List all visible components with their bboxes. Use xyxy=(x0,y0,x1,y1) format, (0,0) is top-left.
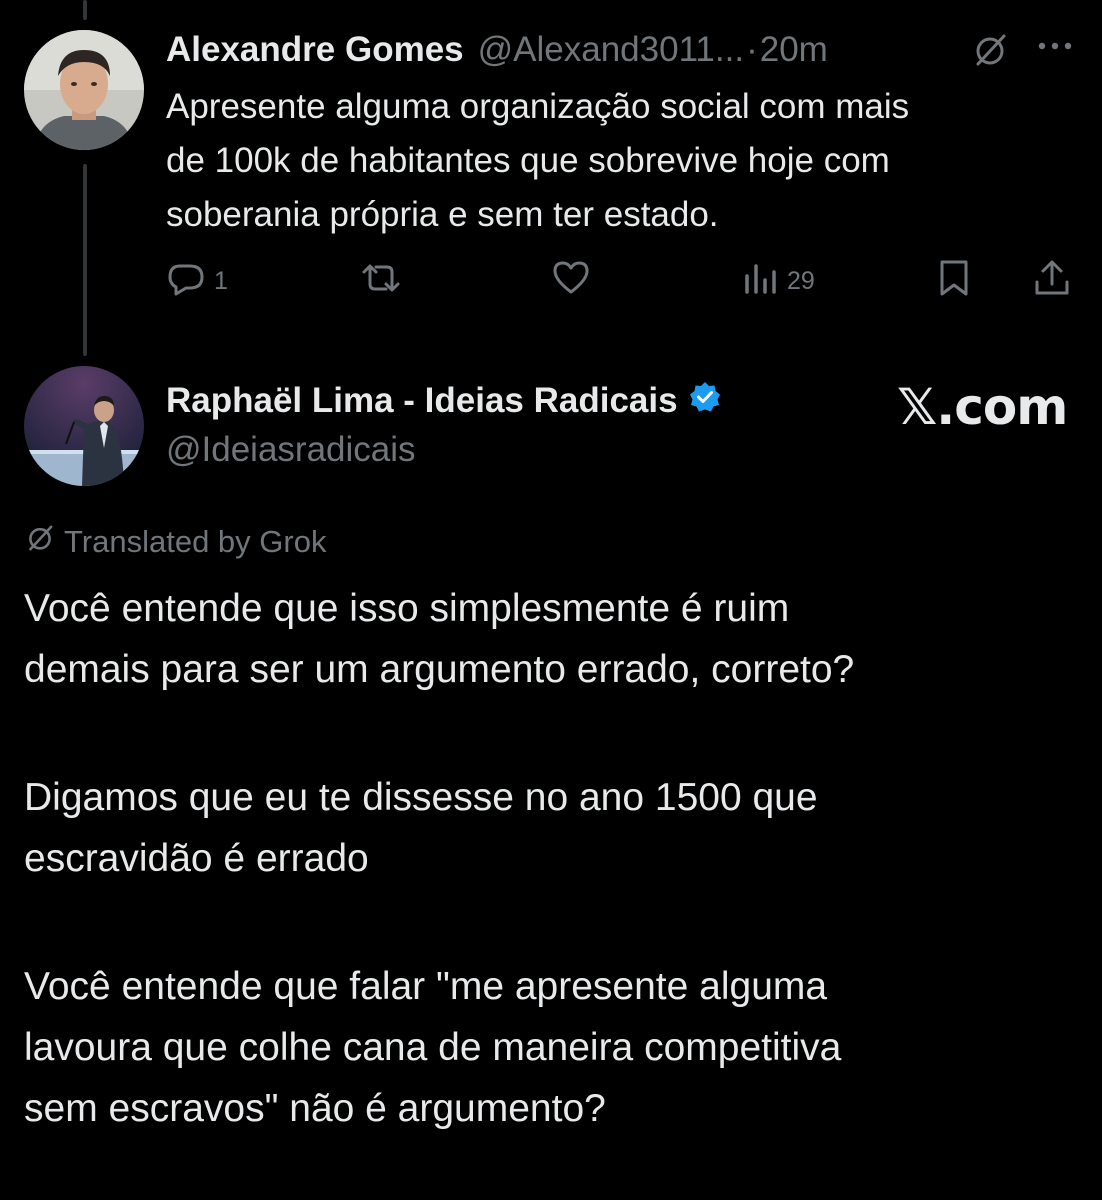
tweet1-text-line: soberania própria e sem ter estado. xyxy=(166,195,719,234)
tweet1-text: Apresente alguma organização social com … xyxy=(166,80,1066,242)
tweet1-author-name[interactable]: Alexandre Gomes xyxy=(166,30,464,70)
tweet2-text-line: demais para ser um argumento errado, cor… xyxy=(24,648,855,691)
tweet1-header: Alexandre Gomes @Alexand3011... · 20m xyxy=(166,24,1082,76)
share-button[interactable] xyxy=(1032,258,1072,305)
share-icon xyxy=(1032,258,1072,305)
tweet1-separator: · xyxy=(746,30,758,69)
grok-translate-icon xyxy=(24,522,56,562)
tweet2-author-name: Raphaël Lima - Ideias Radicais xyxy=(166,381,678,420)
views-icon xyxy=(743,258,779,305)
avatar-alexandre[interactable] xyxy=(24,30,144,150)
x-watermark: 𝕏.com xyxy=(897,378,1068,436)
views-button[interactable]: 29 xyxy=(743,258,815,305)
verified-badge-icon[interactable] xyxy=(688,380,722,423)
tweet2-text-line: lavoura que colhe cana de maneira compet… xyxy=(24,1026,842,1069)
reply-icon xyxy=(166,258,206,305)
reply-button[interactable]: 1 xyxy=(166,258,228,305)
tweet2-handle[interactable]: @Ideiasradicais xyxy=(166,430,416,470)
bookmark-icon xyxy=(936,258,972,305)
bookmark-button[interactable] xyxy=(936,258,972,305)
translated-by-grok[interactable]: Translated by Grok xyxy=(24,522,326,562)
tweet2-text: Você entende que isso simplesmente é rui… xyxy=(24,578,1084,1139)
heart-icon xyxy=(551,258,591,305)
tweet2-paragraph: Você entende que falar "me apresente alg… xyxy=(24,956,1084,1139)
tweet2-paragraph: Digamos que eu te dissesse no ano 1500 q… xyxy=(24,767,1084,889)
retweet-button[interactable] xyxy=(358,258,404,305)
tweet2-text-line: Você entende que isso simplesmente é rui… xyxy=(24,587,790,630)
more-icon[interactable] xyxy=(1036,36,1076,61)
grok-translate-icon[interactable] xyxy=(970,30,1010,75)
tweet2-text-line: sem escravos" não é argumento? xyxy=(24,1087,606,1130)
tweet1-handle[interactable]: @Alexand3011... xyxy=(478,30,744,70)
thread-line-top xyxy=(83,0,87,20)
tweet1-action-bar: 1 29 xyxy=(0,252,1102,308)
tweet1-timestamp[interactable]: 20m xyxy=(760,30,828,70)
tweet2-text-line: Você entende que falar "me apresente alg… xyxy=(24,965,828,1008)
tweet1-text-line: de 100k de habitantes que sobrevive hoje… xyxy=(166,141,890,180)
like-button[interactable] xyxy=(551,258,591,305)
tweet2-text-line: escravidão é errado xyxy=(24,837,369,880)
avatar-raphael[interactable] xyxy=(24,366,144,486)
tweet2-author[interactable]: Raphaël Lima - Ideias Radicais xyxy=(166,378,722,424)
retweet-icon xyxy=(358,258,404,305)
tweet2-text-line: Digamos que eu te dissesse no ano 1500 q… xyxy=(24,776,818,819)
tweet2-paragraph: Você entende que isso simplesmente é rui… xyxy=(24,578,1084,700)
tweet1-text-line: Apresente alguma organização social com … xyxy=(166,87,910,126)
views-count: 29 xyxy=(787,267,815,295)
reply-count: 1 xyxy=(214,267,228,295)
translated-label: Translated by Grok xyxy=(64,524,327,559)
